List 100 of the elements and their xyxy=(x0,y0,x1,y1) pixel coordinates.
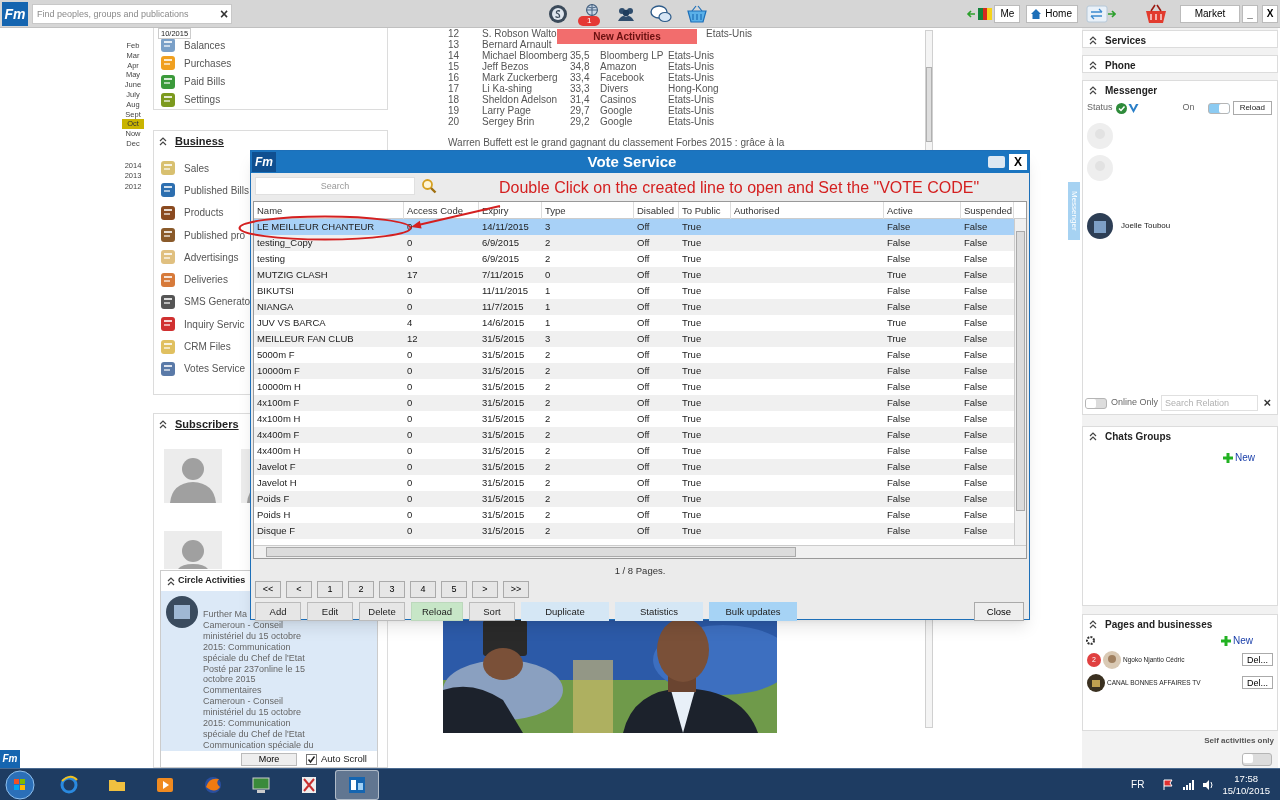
more-button[interactable]: More xyxy=(241,752,297,766)
page-button[interactable]: 5 xyxy=(441,581,467,599)
sync-icon[interactable] xyxy=(1086,4,1116,23)
table-row[interactable]: MEILLEUR FAN CLUB 12 31/5/2015 3 Off True True False xyxy=(254,331,1014,347)
close-button[interactable]: X xyxy=(1262,4,1278,23)
flag-icon[interactable] xyxy=(1162,778,1175,791)
menu-item[interactable]: Advertisings xyxy=(159,246,239,269)
collapse-icon[interactable] xyxy=(159,419,167,429)
volume-icon[interactable] xyxy=(1202,778,1215,791)
menu-item[interactable]: Products xyxy=(159,201,224,224)
menu-item[interactable]: Settings xyxy=(159,90,221,109)
clock[interactable]: 17:58 15/10/2015 xyxy=(1222,772,1270,797)
table-row[interactable]: 4x100m F 0 31/5/2015 2 Off True False False xyxy=(254,395,1014,411)
scrollbar[interactable] xyxy=(254,545,1026,558)
menu-item[interactable]: Sales xyxy=(159,157,209,180)
chat-icon[interactable] xyxy=(650,3,672,24)
column-header[interactable]: Authorised xyxy=(734,204,780,217)
collapse-icon[interactable] xyxy=(1089,431,1097,441)
page-button[interactable]: 1 xyxy=(317,581,343,599)
collapse-icon[interactable] xyxy=(1089,619,1097,629)
table-row[interactable]: Poids F 0 31/5/2015 2 Off True False False xyxy=(254,491,1014,507)
language-indicator[interactable]: FR xyxy=(1131,777,1145,792)
search-input[interactable]: Find peoples, groups and publications xyxy=(33,4,217,23)
action-button[interactable]: Duplicate xyxy=(521,602,609,622)
search-icon[interactable] xyxy=(421,178,437,194)
page-button[interactable]: < xyxy=(286,581,312,599)
gear-icon[interactable] xyxy=(1085,635,1096,646)
scrollbar[interactable] xyxy=(1014,219,1026,545)
taskbar-button[interactable] xyxy=(335,769,379,800)
action-button[interactable]: Delete xyxy=(359,602,405,622)
close-button[interactable]: Close xyxy=(974,602,1024,622)
clear-button[interactable]: × xyxy=(1263,393,1271,413)
collapse-icon[interactable] xyxy=(167,576,175,586)
table-row[interactable]: Disque F 0 31/5/2015 2 Off True False False xyxy=(254,523,1014,539)
column-header[interactable]: Access Code xyxy=(407,204,463,217)
page-button[interactable]: 4 xyxy=(410,581,436,599)
collapse-icon[interactable] xyxy=(1089,60,1097,70)
table-row[interactable]: 10000m F 0 31/5/2015 2 Off True False False xyxy=(254,363,1014,379)
contact-item[interactable]: Joelle Toubou xyxy=(1083,213,1277,239)
action-button[interactable]: Statistics xyxy=(615,602,703,622)
column-header[interactable]: Disabled xyxy=(637,204,674,217)
toggle-switch[interactable] xyxy=(1242,753,1272,766)
home-button[interactable]: Home xyxy=(1026,4,1078,23)
action-button[interactable]: Edit xyxy=(307,602,353,622)
table-row[interactable]: NIANGA 0 11/7/2015 1 Off True False False xyxy=(254,299,1014,315)
column-header[interactable]: To Public xyxy=(682,204,721,217)
search-field[interactable]: Find peoples, groups and publications × xyxy=(32,3,232,24)
new-button[interactable]: New xyxy=(1223,450,1255,465)
column-header[interactable]: Type xyxy=(545,204,566,217)
checkbox[interactable] xyxy=(306,753,317,765)
page-button[interactable]: << xyxy=(255,581,281,599)
network-icon[interactable] xyxy=(1182,778,1195,791)
table-row[interactable]: Javelot F 0 31/5/2015 2 Off True False False xyxy=(254,459,1014,475)
search-field[interactable]: Search xyxy=(255,177,415,195)
action-button[interactable]: Reload xyxy=(411,602,463,622)
collapse-icon[interactable] xyxy=(1089,85,1097,95)
column-header[interactable]: Expiry xyxy=(482,204,509,217)
menu-item[interactable]: Deliveries xyxy=(159,268,228,291)
column-header[interactable]: Active xyxy=(887,204,913,217)
page-button[interactable]: > xyxy=(472,581,498,599)
action-button[interactable]: Sort xyxy=(469,602,515,622)
basket-icon[interactable] xyxy=(686,3,708,24)
action-button[interactable]: Bulk updates xyxy=(709,602,797,622)
clear-button[interactable]: × xyxy=(217,4,231,23)
coin-icon[interactable] xyxy=(548,3,568,24)
column-header[interactable]: Suspended xyxy=(964,204,1013,217)
minimize-button[interactable]: _ xyxy=(1242,4,1258,23)
page-button[interactable]: 2 xyxy=(348,581,374,599)
shopping-basket-icon[interactable] xyxy=(1144,3,1168,24)
toggle-switch[interactable] xyxy=(1207,102,1230,114)
market-button[interactable]: Market xyxy=(1180,4,1240,23)
menu-item[interactable]: Published Bills xyxy=(159,179,250,202)
menu-item[interactable]: Purchases xyxy=(159,54,232,73)
collapse-icon[interactable] xyxy=(159,136,167,146)
start-button[interactable] xyxy=(5,769,35,800)
table-row[interactable]: testing_Copy 0 6/9/2015 2 Off True False False xyxy=(254,235,1014,251)
remove-page-button[interactable]: Del... xyxy=(1242,653,1273,666)
notification-banner[interactable]: New Activities xyxy=(557,29,697,44)
collapse-icon[interactable] xyxy=(1089,35,1097,45)
table-row[interactable]: MUTZIG CLASH 17 7/11/2015 0 Off True True False xyxy=(254,267,1014,283)
menu-item[interactable]: Votes Service xyxy=(159,357,246,380)
column-header[interactable]: Name xyxy=(257,204,283,217)
reload-button[interactable]: Reload xyxy=(1232,101,1272,115)
menu-item[interactable]: Published pro xyxy=(159,223,246,247)
menu-item[interactable]: Inquiry Servic xyxy=(159,313,245,336)
menu-item[interactable]: CRM Files xyxy=(159,335,231,358)
me-button[interactable]: Me xyxy=(994,4,1021,23)
table-row[interactable]: 4x400m F 0 31/5/2015 2 Off True False False xyxy=(254,427,1014,443)
new-button[interactable]: New xyxy=(1221,633,1253,648)
menu-item[interactable]: Balances xyxy=(159,36,226,55)
action-button[interactable]: Add xyxy=(255,602,301,622)
page-button[interactable]: >> xyxy=(503,581,529,599)
close-button[interactable]: X xyxy=(1009,154,1027,170)
menu-item[interactable]: Paid Bills xyxy=(159,72,226,91)
toggle-switch[interactable] xyxy=(1085,397,1107,409)
avatar-icon[interactable] xyxy=(166,596,198,628)
menu-item[interactable]: SMS Generato xyxy=(159,290,251,314)
page-button[interactable]: 3 xyxy=(379,581,405,599)
search-field[interactable]: Search Relation xyxy=(1161,395,1259,411)
remove-page-button[interactable]: Del... xyxy=(1242,676,1273,689)
